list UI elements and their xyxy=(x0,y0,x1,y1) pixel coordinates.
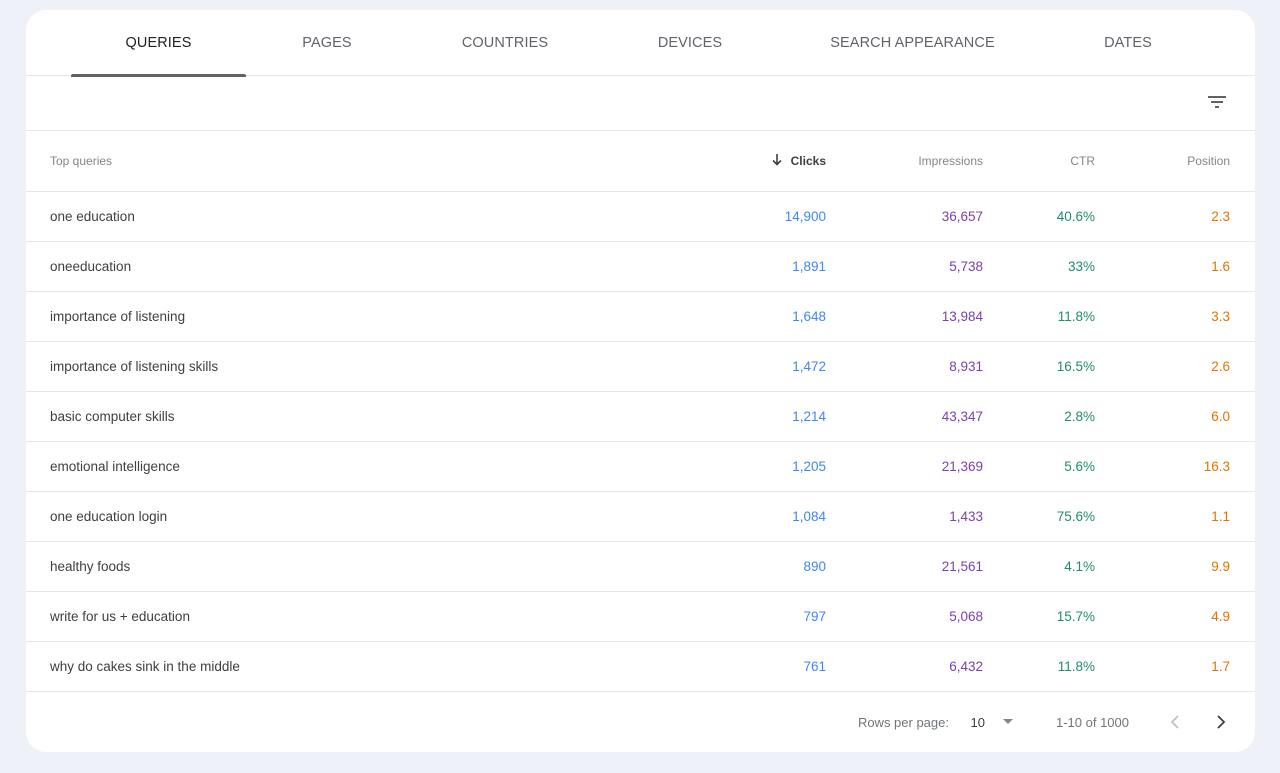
impressions-cell: 36,657 xyxy=(941,209,983,224)
impressions-cell: 5,738 xyxy=(949,259,983,274)
header-clicks-label: Clicks xyxy=(790,154,826,168)
ctr-cell: 11.8% xyxy=(1057,659,1095,674)
clicks-cell: 1,084 xyxy=(792,509,826,524)
table-row[interactable]: importance of listening skills 1,472 8,9… xyxy=(26,342,1255,392)
ctr-cell: 40.6% xyxy=(1056,209,1095,224)
arrow-down-icon xyxy=(771,153,783,169)
performance-report-card: QUERIES PAGES COUNTRIES DEVICES SEARCH A… xyxy=(26,10,1255,752)
tab-countries[interactable]: COUNTRIES xyxy=(430,10,580,76)
position-cell: 16.3 xyxy=(1203,459,1230,474)
header-clicks[interactable]: Clicks xyxy=(666,131,826,191)
clicks-cell: 761 xyxy=(803,659,826,674)
query-cell: basic computer skills xyxy=(50,409,175,424)
clicks-cell: 1,205 xyxy=(792,459,826,474)
table-body: one education 14,900 36,657 40.6% 2.3 on… xyxy=(26,192,1255,692)
ctr-cell: 16.5% xyxy=(1056,359,1095,374)
tab-search-appearance[interactable]: SEARCH APPEARANCE xyxy=(806,10,1019,76)
rows-per-page-select[interactable]: 10 xyxy=(971,692,985,752)
query-cell: importance of listening skills xyxy=(50,359,219,374)
table-row[interactable]: oneeducation 1,891 5,738 33% 1.6 xyxy=(26,242,1255,292)
pagination: Rows per page: 10 1-10 of 1000 xyxy=(26,692,1255,752)
position-cell: 1.7 xyxy=(1211,659,1230,674)
query-cell: emotional intelligence xyxy=(50,459,180,474)
position-cell: 2.6 xyxy=(1211,359,1230,374)
tab-queries[interactable]: QUERIES xyxy=(71,10,246,77)
position-cell: 6.0 xyxy=(1211,409,1230,424)
clicks-cell: 1,214 xyxy=(792,409,826,424)
impressions-cell: 6,432 xyxy=(949,659,983,674)
table-header: Top queries Clicks Impressions CTR Posit… xyxy=(26,131,1255,192)
position-cell: 3.3 xyxy=(1211,309,1230,324)
filter-icon[interactable] xyxy=(1205,90,1229,114)
tab-devices[interactable]: DEVICES xyxy=(630,10,750,76)
tab-pages[interactable]: PAGES xyxy=(267,10,387,76)
header-position[interactable]: Position xyxy=(1120,131,1230,191)
table-row[interactable]: basic computer skills 1,214 43,347 2.8% … xyxy=(26,392,1255,442)
filter-bar xyxy=(26,76,1255,131)
ctr-cell: 75.6% xyxy=(1056,509,1095,524)
position-cell: 4.9 xyxy=(1211,609,1230,624)
query-cell: one education xyxy=(50,209,135,224)
tab-dates[interactable]: DATES xyxy=(1068,10,1188,76)
clicks-cell: 1,891 xyxy=(792,259,826,274)
impressions-cell: 1,433 xyxy=(949,509,983,524)
table-row[interactable]: healthy foods 890 21,561 4.1% 9.9 xyxy=(26,542,1255,592)
table-row[interactable]: emotional intelligence 1,205 21,369 5.6%… xyxy=(26,442,1255,492)
clicks-cell: 14,900 xyxy=(784,209,826,224)
pagination-range: 1-10 of 1000 xyxy=(1055,714,1129,730)
impressions-cell: 5,068 xyxy=(949,609,983,624)
header-ctr[interactable]: CTR xyxy=(985,131,1095,191)
position-cell: 9.9 xyxy=(1211,559,1230,574)
impressions-cell: 21,561 xyxy=(941,559,983,574)
ctr-cell: 15.7% xyxy=(1056,609,1095,624)
chevron-left-icon[interactable] xyxy=(1165,692,1185,752)
query-cell: oneeducation xyxy=(50,259,132,274)
table-row[interactable]: write for us + education 797 5,068 15.7%… xyxy=(26,592,1255,642)
table-row[interactable]: one education 14,900 36,657 40.6% 2.3 xyxy=(26,192,1255,242)
query-cell: healthy foods xyxy=(50,559,131,574)
header-top-queries[interactable]: Top queries xyxy=(50,131,650,191)
ctr-cell: 11.8% xyxy=(1057,309,1095,324)
impressions-cell: 13,984 xyxy=(941,309,983,324)
clicks-cell: 890 xyxy=(803,559,826,574)
table-row[interactable]: one education login 1,084 1,433 75.6% 1.… xyxy=(26,492,1255,542)
ctr-cell: 5.6% xyxy=(1064,459,1095,474)
clicks-cell: 1,472 xyxy=(792,359,826,374)
ctr-cell: 4.1% xyxy=(1064,559,1095,574)
clicks-cell: 797 xyxy=(803,609,826,624)
table-row[interactable]: importance of listening 1,648 13,984 11.… xyxy=(26,292,1255,342)
query-cell: importance of listening xyxy=(50,309,186,324)
clicks-cell: 1,648 xyxy=(792,309,826,324)
dimension-tabs: QUERIES PAGES COUNTRIES DEVICES SEARCH A… xyxy=(26,10,1255,77)
query-cell: one education login xyxy=(50,509,168,524)
query-cell: write for us + education xyxy=(50,609,190,624)
ctr-cell: 33% xyxy=(1067,259,1095,274)
rows-per-page-label: Rows per page: xyxy=(857,714,949,730)
query-cell: why do cakes sink in the middle xyxy=(50,659,240,674)
position-cell: 2.3 xyxy=(1211,209,1230,224)
caret-down-icon[interactable] xyxy=(1001,692,1015,752)
header-impressions[interactable]: Impressions xyxy=(843,131,983,191)
impressions-cell: 8,931 xyxy=(949,359,983,374)
impressions-cell: 43,347 xyxy=(941,409,983,424)
position-cell: 1.1 xyxy=(1211,509,1230,524)
table-row[interactable]: why do cakes sink in the middle 761 6,43… xyxy=(26,642,1255,692)
position-cell: 1.6 xyxy=(1211,259,1230,274)
chevron-right-icon[interactable] xyxy=(1211,692,1231,752)
impressions-cell: 21,369 xyxy=(941,459,983,474)
ctr-cell: 2.8% xyxy=(1064,409,1095,424)
